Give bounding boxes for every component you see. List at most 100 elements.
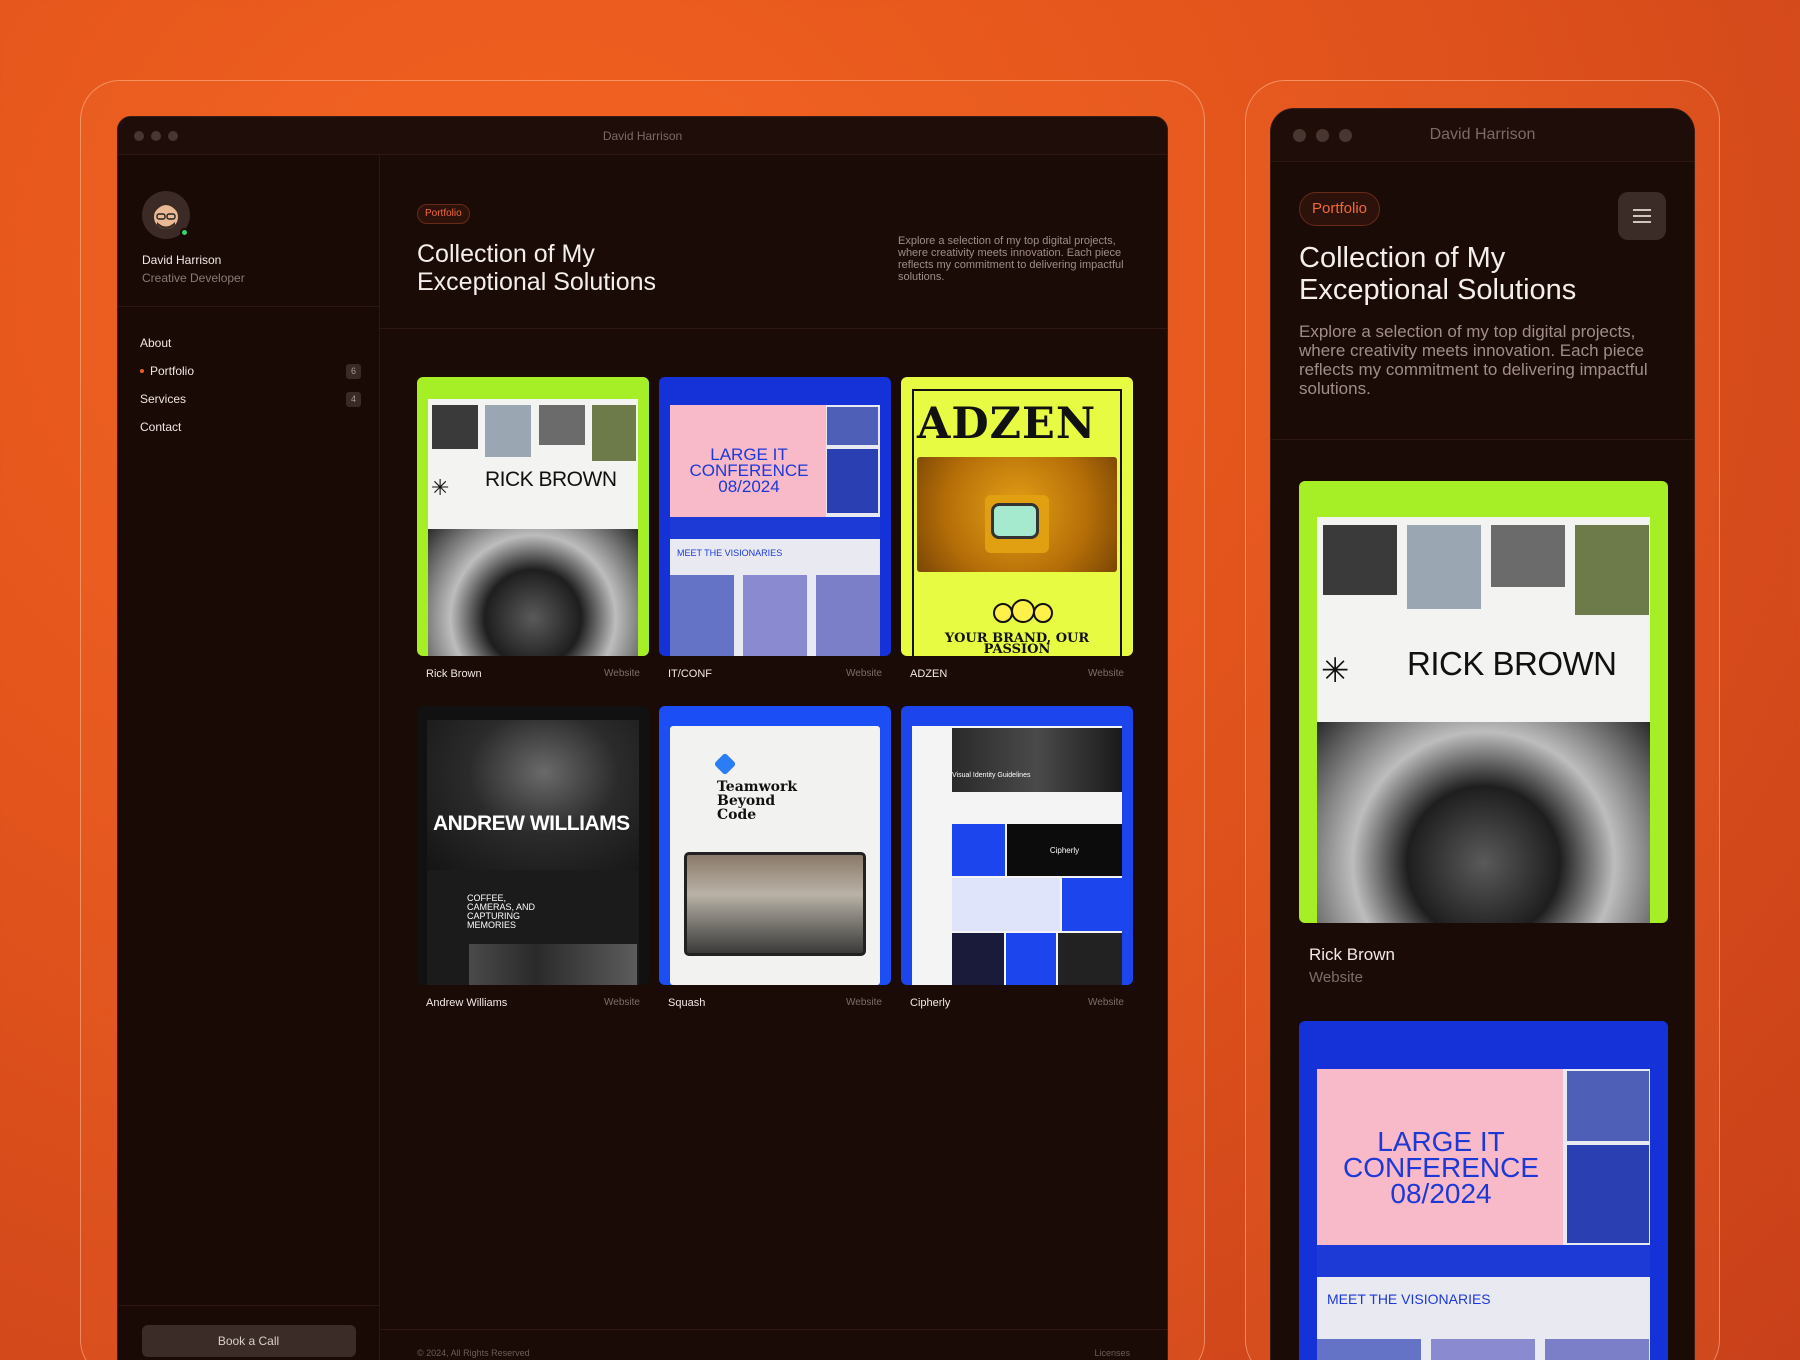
thumbnail-heading: RICK BROWN (485, 468, 617, 491)
project-card-cipherly[interactable]: Visual Identity Guidelines Cipherly Ciph… (901, 706, 1133, 1009)
project-thumbnail[interactable]: LARGE IT CONFERENCE 08/2024 MEET THE VIS… (659, 377, 891, 656)
licenses-link[interactable]: Licenses (1094, 1348, 1130, 1358)
thumbnail-photo (670, 575, 734, 656)
project-thumbnail[interactable]: Teamwork Beyond Code (659, 706, 891, 985)
thumbnail-subheading: MEET THE VISIONARIES (1327, 1291, 1491, 1307)
project-caption: Squash Website (659, 985, 891, 1009)
profile-block: David Harrison Creative Developer (118, 155, 379, 307)
project-type: Website (604, 997, 640, 1008)
project-type: Website (846, 668, 882, 679)
project-card-squash[interactable]: Teamwork Beyond Code Squash Website (659, 706, 891, 1009)
thumbnail-photo (1545, 1339, 1649, 1360)
project-name: ADZEN (910, 668, 948, 680)
mobile-window: David Harrison Portfolio Collection of M… (1270, 108, 1695, 1360)
thumbnail-tile (952, 878, 1060, 931)
project-thumbnail[interactable]: Visual Identity Guidelines Cipherly (901, 706, 1133, 985)
thumbnail-photo (1491, 525, 1565, 587)
minimize-dot-icon[interactable] (151, 131, 161, 141)
project-name: Andrew Williams (426, 997, 508, 1009)
thumbnail-logo: ADZEN (917, 399, 1097, 449)
smiley-icon (993, 603, 1013, 623)
sidebar-footer: Book a Call (118, 1305, 379, 1360)
thumbnail-photo (432, 405, 478, 449)
window-controls[interactable] (134, 131, 178, 141)
project-card-rick-brown[interactable]: ✳ RICK BROWN Rick Brown Website (1299, 481, 1668, 986)
project-type: Website (1088, 997, 1124, 1008)
project-thumbnail[interactable]: ✳ RICK BROWN (417, 377, 649, 656)
close-dot-icon[interactable] (1293, 129, 1306, 142)
thumbnail-photo (1567, 1145, 1649, 1243)
count-badge: 4 (346, 391, 361, 407)
page-description: Explore a selection of my top digital pr… (898, 235, 1124, 283)
smiley-icon (1033, 603, 1053, 623)
sidebar-item-label: Portfolio (150, 364, 195, 378)
close-dot-icon[interactable] (134, 131, 144, 141)
project-name: Rick Brown (426, 668, 482, 680)
project-name: Cipherly (910, 997, 951, 1009)
sidebar-item-label: About (140, 336, 172, 350)
thumbnail-photo (469, 944, 637, 985)
thumbnail-photo (1567, 1071, 1649, 1141)
sidebar-item-services[interactable]: Services 4 (140, 385, 361, 413)
project-caption: Rick Brown Website (417, 656, 649, 680)
project-name: Rick Brown (1309, 945, 1395, 964)
book-a-call-button[interactable]: Book a Call (141, 1324, 356, 1357)
section-badge: Portfolio (1299, 192, 1381, 226)
page-title: Collection of My Exceptional Solutions (417, 240, 657, 296)
thumbnail-heading: Teamwork Beyond Code (717, 779, 798, 823)
thumbnail-photo (1323, 525, 1397, 595)
copyright-text: © 2024, All Rights Reserved (417, 1347, 530, 1358)
thumbnail-photo (485, 405, 531, 457)
maximize-dot-icon[interactable] (168, 131, 178, 141)
thumbnail-photo (743, 575, 807, 656)
tv-screen-icon (991, 503, 1039, 539)
thumbnail-subheading: MEET THE VISIONARIES (677, 548, 783, 558)
desktop-window: David Harrison David Harrison Creative D… (117, 116, 1168, 1360)
thumbnail-band (1317, 1245, 1650, 1277)
avatar (142, 191, 190, 239)
project-name: Squash (668, 997, 706, 1009)
sidebar-item-contact[interactable]: Contact (140, 413, 361, 441)
project-thumbnail[interactable]: ✳ RICK BROWN (1299, 481, 1668, 923)
window-controls[interactable] (1293, 129, 1352, 142)
window-title: David Harrison (1429, 126, 1536, 143)
sidebar-item-label: Contact (140, 420, 182, 434)
project-type: Website (604, 668, 640, 679)
project-card-adzen[interactable]: ADZEN YOUR BRAND, OUR PASSION ADZEN Webs… (901, 377, 1133, 680)
project-card-itconf[interactable]: LARGE IT CONFERENCE 08/2024 MEET THE VIS… (659, 377, 891, 680)
thumbnail-photo (827, 407, 878, 445)
sidebar-item-portfolio[interactable]: Portfolio 6 (140, 357, 361, 385)
thumbnail-heading: RICK BROWN (1407, 645, 1617, 682)
thumbnail-hero (952, 728, 1122, 792)
thumbnail-subheading: COFFEE, CAMERAS, AND CAPTURING MEMORIES (467, 893, 536, 930)
minimize-dot-icon[interactable] (1316, 129, 1329, 142)
thumbnail-tile (952, 933, 1004, 985)
project-thumbnail[interactable]: LARGE IT CONFERENCE 08/2024 MEET THE VIS… (1299, 1021, 1668, 1360)
hamburger-menu-icon[interactable] (1618, 192, 1666, 240)
thumbnail-tile (1062, 878, 1122, 931)
project-card-itconf[interactable]: LARGE IT CONFERENCE 08/2024 MEET THE VIS… (1299, 1021, 1668, 1360)
profile-name: David Harrison (142, 253, 222, 267)
thumbnail-portrait (427, 720, 639, 870)
maximize-dot-icon[interactable] (1339, 129, 1352, 142)
project-thumbnail[interactable]: ANDREW WILLIAMS COFFEE, CAMERAS, AND CAP… (417, 706, 649, 985)
window-titlebar: David Harrison (1271, 109, 1694, 162)
thumbnail-photo (827, 449, 878, 513)
main-content: Portfolio Collection of My Exceptional S… (380, 155, 1167, 1360)
project-type: Website (846, 997, 882, 1008)
thumbnail-heading: LARGE IT CONFERENCE 08/2024 (1342, 1126, 1539, 1209)
thumbnail-photo (816, 575, 880, 656)
project-thumbnail[interactable]: ADZEN YOUR BRAND, OUR PASSION (901, 377, 1133, 656)
project-card-andrew-williams[interactable]: ANDREW WILLIAMS COFFEE, CAMERAS, AND CAP… (417, 706, 649, 1009)
project-card-rick-brown[interactable]: ✳ RICK BROWN Rick Brown Website (417, 377, 649, 680)
thumbnail-photo (1575, 525, 1649, 615)
project-caption: ADZEN Website (901, 656, 1133, 680)
online-status-icon (180, 228, 189, 237)
thumbnail-portrait (1317, 722, 1650, 923)
page-header: Portfolio Collection of My Exceptional S… (1271, 162, 1694, 440)
thumbnail-photo (1317, 1339, 1421, 1360)
asterisk-icon: ✳ (1321, 652, 1350, 690)
sidebar-item-about[interactable]: About (140, 329, 361, 357)
count-badge: 6 (346, 363, 361, 379)
thumbnail-tile (952, 824, 1005, 876)
